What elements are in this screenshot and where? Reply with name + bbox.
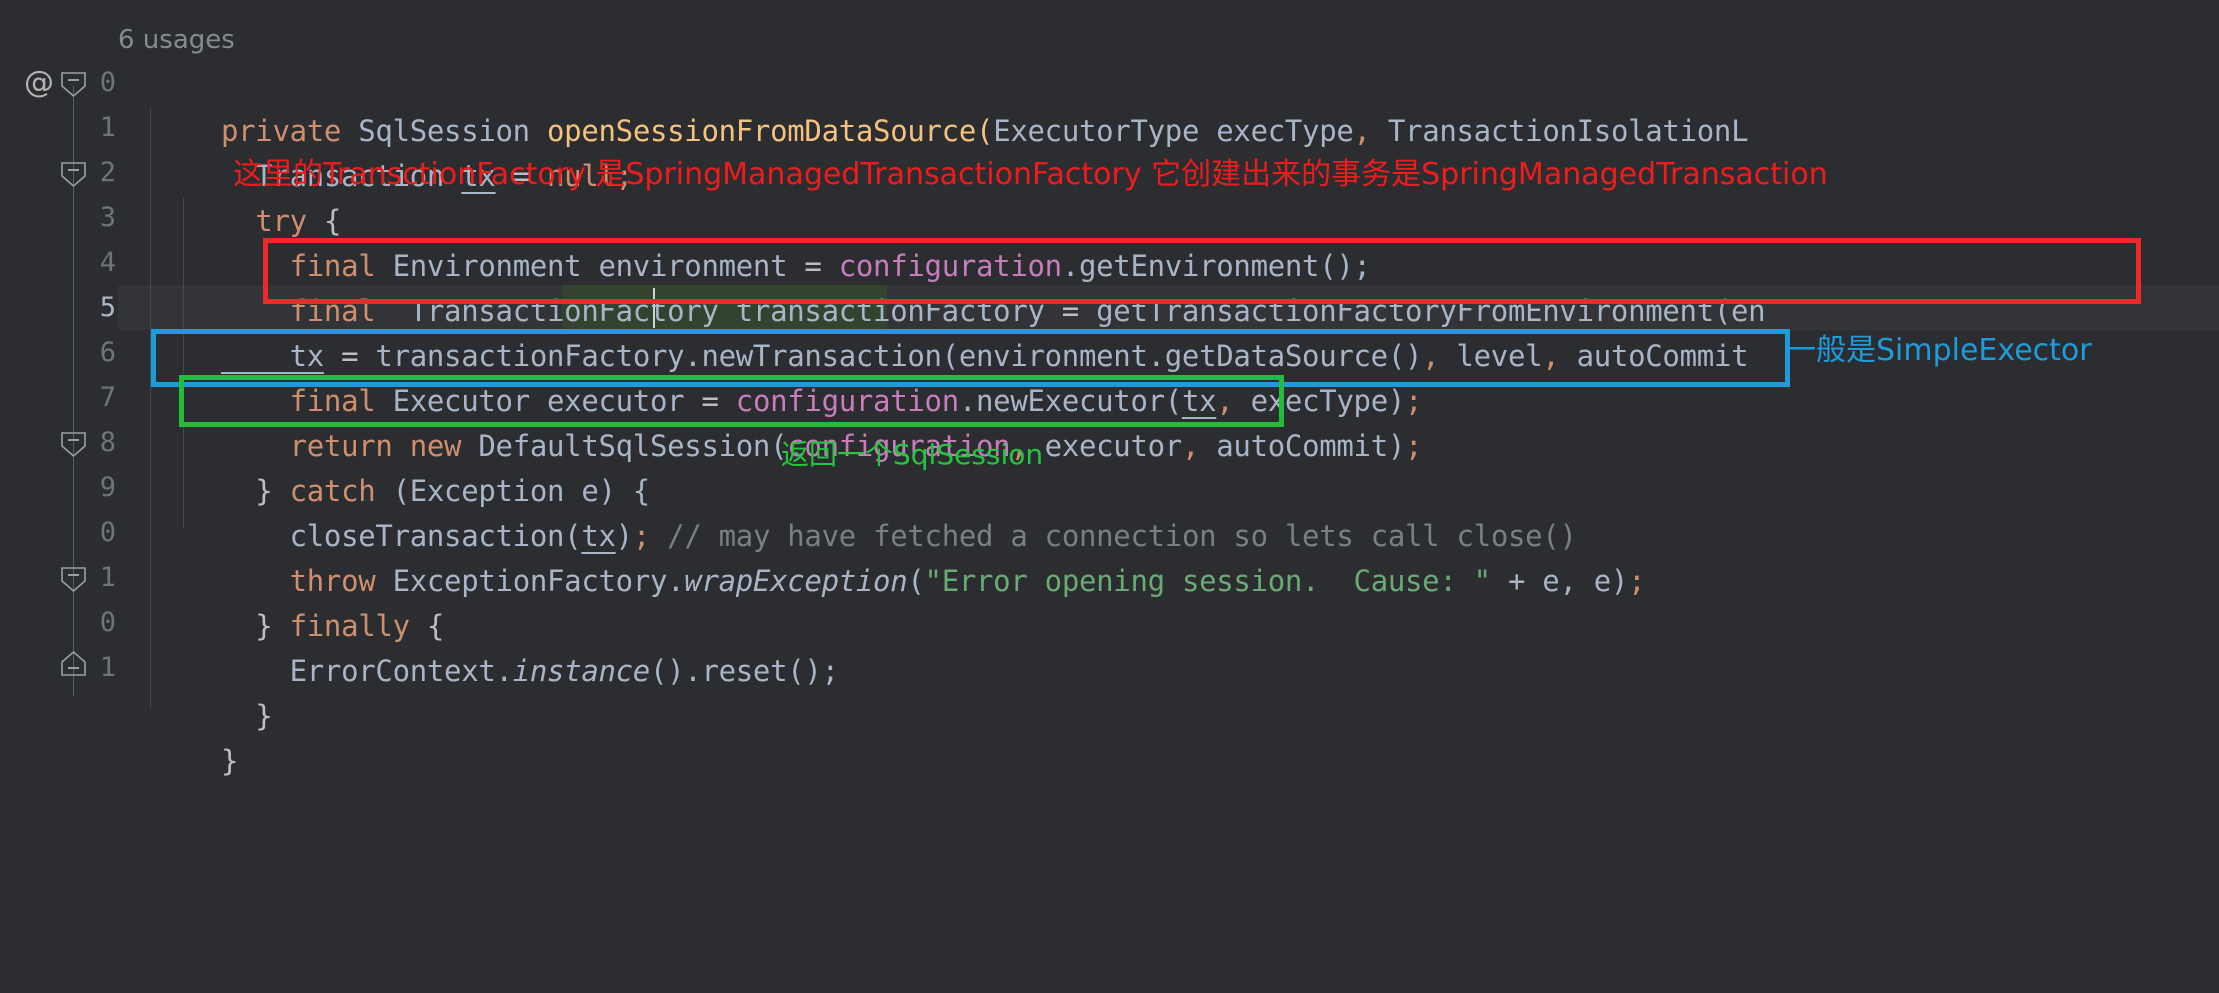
line-number: 1 [99,112,116,143]
token-comma: , [1422,339,1440,373]
editor-text-area[interactable]: 6 usages private SqlSession openSessionF… [118,0,2219,993]
code-line-1[interactable]: Transaction tx = null; [118,109,633,193]
token-arg: autoCommit) [1199,429,1406,463]
token-static-method: instance [512,654,651,688]
token-comma: , [1181,429,1200,463]
fold-marker-method[interactable] [60,72,87,98]
annotation-marker-icon[interactable]: @ [24,60,54,105]
annotation-note-return-green: 返回一个SqlSession [781,438,1044,471]
code-line-10[interactable]: throw ExceptionFactory.wrapException("Er… [118,514,1646,598]
fold-marker-catch[interactable] [60,432,87,458]
code-line-0[interactable]: private SqlSession openSessionFromDataSo… [118,64,1749,148]
token-call: ().reset(); [649,654,839,688]
code-line-13[interactable]: } [118,649,272,733]
editor-gutter[interactable]: 0 1 2 3 4 5 6 7 8 9 0 1 0 1 @ [0,0,118,993]
line-number: 3 [99,202,116,233]
annotation-note-try-red: 这里的TransctionFactory 是SpringManagedTrans… [233,157,1828,192]
token-semicolon: ; [1628,564,1646,598]
code-line-5[interactable]: tx = transactionFactory.newTransaction(e… [118,289,1749,373]
fold-marker-finally[interactable] [60,567,87,593]
code-line-3[interactable]: final Environment environment = configur… [118,199,1371,283]
code-editor-screenshot: 0 1 2 3 4 5 6 7 8 9 0 1 0 1 @ 6 usages p… [0,0,2219,993]
line-number: 0 [99,607,116,638]
token-paren: ( [907,564,925,598]
fold-marker-end[interactable] [60,650,87,676]
token-brace: } [220,744,239,778]
code-line-7[interactable]: return new DefaultSqlSession(configurati… [118,379,1423,463]
code-line-11[interactable]: } finally { [118,559,444,643]
token-arg: + e, e) [1490,564,1629,598]
line-number: 7 [99,382,116,413]
line-number: 0 [99,517,116,548]
token-string: "Error opening session. Cause: " [924,564,1492,598]
token-param: TransactionIsolationL [1370,114,1749,148]
token-semicolon: ; [1405,429,1423,463]
token-comma: , [1542,339,1560,373]
code-line-12[interactable]: ErrorContext.instance().reset(); [118,604,839,688]
code-line-4[interactable]: final TransactionFactory transactionFact… [118,244,1766,328]
token-arg: level [1439,339,1543,373]
code-line-6[interactable]: final Executor executor = configuration.… [118,334,1423,418]
token-comma: , [1353,114,1371,148]
token-paren: ( [976,114,994,148]
line-number: 6 [99,337,116,368]
token-param: ExecutorType execType [993,114,1354,148]
code-line-14[interactable]: } [118,694,238,778]
fold-marker-try[interactable] [60,162,87,188]
line-number: 4 [99,247,116,278]
line-number: 9 [99,472,116,503]
token-arg: executor [1027,429,1183,463]
line-number-current: 5 [99,292,116,323]
code-line-8[interactable]: } catch (Exception e) { [118,424,650,508]
token-static-method: wrapException [684,564,908,598]
annotation-note-executor-blue: 一般是SimpleExector [1786,333,2092,368]
token-arg: autoCommit [1559,339,1749,373]
usages-inlay-hint[interactable]: 6 usages [118,20,235,60]
code-line-9[interactable]: closeTransaction(tx); // may have fetche… [118,469,1577,553]
